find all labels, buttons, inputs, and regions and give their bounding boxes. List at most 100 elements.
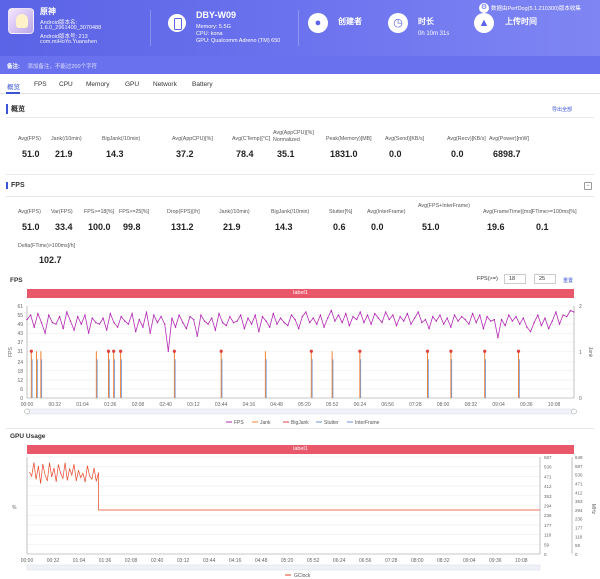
fps-point [450,326,452,328]
stat-label: Avg(FPS) [18,209,41,215]
fps-point [471,312,474,315]
fps-point [116,326,119,328]
fps-point [120,315,122,318]
collapse-button[interactable]: − [584,182,592,190]
fps-point [537,314,539,316]
fps-section-title: FPS [6,182,25,189]
x-tick-label: 01:36 [104,402,117,408]
creator-label: 创建者 [338,17,362,26]
y-tick-label: 43 [17,331,23,337]
stat-label: Drop(FPS)[/h] [167,209,200,215]
slider-handle-left [24,408,30,415]
fps-point [504,324,506,327]
fps-point [359,311,361,313]
tab-network[interactable]: Network [153,81,177,88]
x-tick-label: 10:08 [515,558,528,564]
note-input[interactable]: 添加备注，不能过200个字符 [27,64,97,70]
fps-point [406,312,409,315]
fps-point [37,312,39,315]
device-info-line: Memory: 5.5G [196,24,231,30]
y-right-tick-label: 236 [544,513,552,518]
divider [6,117,594,118]
fps-point [160,315,162,318]
fps-point [551,320,553,322]
x-tick-label: 05:52 [326,402,339,408]
fps-threshold-input-1[interactable]: 18 [504,274,526,284]
note-label: 备注: [7,64,20,70]
y-right-tick-label: 353 [544,494,552,499]
tab-battery[interactable]: Battery [192,81,213,88]
fps-point [167,350,169,352]
fps-point [250,323,253,325]
divider [6,196,594,197]
stat-label: Avg(Power)[mW] [489,136,529,142]
stat-value: 0.0 [389,149,402,159]
gpu-chart[interactable]: % 0 59 118 177 236 294 353 412 471 530 587 0 59 118 177… [0,454,600,579]
fps-point [468,323,470,325]
stat-value: 19.6 [487,222,505,232]
device-info-line: GPU: Qualcomm Adreno (TM) 650 [196,38,281,44]
x-tick-label: 09:04 [463,558,476,564]
fps-point [511,320,514,322]
stat-value: 14.3 [106,149,124,159]
y-tick-label: 31 [17,349,23,355]
report-header: 原神 Android版本名: 1.6.0_2961400_3070488 And… [0,0,600,56]
fps-point [240,314,242,316]
fps-chart[interactable]: 06121824313743495561012FPS Jank00:00 00:32… [0,298,600,428]
tab-fps[interactable]: FPS [34,81,47,88]
x-tick-label: 02:40 [151,558,164,564]
tab-memory[interactable]: Memory [86,81,109,88]
fps-point [424,318,427,321]
tab-overview[interactable]: 概览 [7,81,20,91]
y-right2-tick-label: 530 [575,473,583,478]
x-tick-label: 04:48 [255,558,268,564]
fps-point [229,315,231,318]
fps-point [272,312,275,315]
fps-point [482,327,485,330]
gpu-chart-title: GPU Usage [10,433,46,440]
fps-point [566,315,568,318]
fps-point [413,317,416,319]
y-right2-tick-label: 471 [575,481,583,486]
fps-point [131,312,133,315]
fps-point [294,318,296,321]
fps-point [283,321,285,324]
fps-point [51,321,54,324]
fps-point [417,311,419,313]
gear-icon[interactable]: ⚙ [479,3,489,13]
fps-point [232,321,235,324]
fps-point [540,324,543,327]
stat-label: Delta(FTime)>100ms[/h] [18,243,76,249]
y-right2-tick-label: 353 [575,499,583,504]
y-tick-label: 24 [17,360,23,366]
export-all-link[interactable]: 导出全部 [552,106,572,113]
tab-gpu[interactable]: GPU [125,81,139,88]
tab-cpu[interactable]: CPU [59,81,73,88]
stat-label: Stutter[%] [329,209,353,215]
bigjank-point [425,349,430,353]
fps-point [80,323,83,325]
x-tick-label: 05:52 [307,558,320,564]
fps-point [156,321,159,324]
fps-point [261,315,264,318]
fps-point [124,320,126,322]
fps-point [558,323,561,325]
reset-button[interactable]: 重置 [563,277,573,284]
fps-point [446,317,448,319]
fps-point [73,329,75,331]
stat-value: 0.6 [333,222,346,232]
fps-point [247,317,249,319]
fps-point [203,320,206,322]
x-tick-label: 06:56 [359,558,372,564]
stat-label: BigJank(/10min) [271,209,310,215]
fps-point [153,314,155,316]
tab-bar: 概览 FPS CPU Memory GPU Network Battery [0,76,600,94]
y-tick-label: 6 [20,387,23,393]
note-bar[interactable]: 备注: 添加备注，不能过200个字符 [0,56,600,74]
x-tick-label: 08:00 [437,402,450,408]
fps-point [290,314,293,316]
fps-point [207,323,209,325]
x-tick-label: 06:24 [333,558,346,564]
fps-threshold-input-2[interactable]: 25 [534,274,556,284]
fps-point [62,327,64,330]
